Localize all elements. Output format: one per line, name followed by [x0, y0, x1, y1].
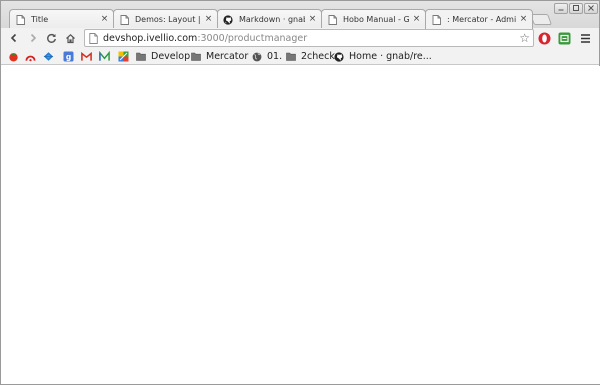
bookmark-label: Mercator	[206, 51, 249, 62]
tab-title[interactable]: Title ×	[9, 9, 114, 29]
tab-label: Markdown · gnab/remark	[239, 15, 305, 24]
green-extension-icon[interactable]	[557, 31, 571, 45]
maximize-button[interactable]	[569, 3, 583, 14]
close-window-button[interactable]	[584, 3, 598, 14]
tab-label: Title	[31, 15, 49, 24]
close-icon[interactable]: ×	[412, 15, 421, 24]
url-host: devshop.ivellio.com	[103, 32, 198, 44]
menu-hamburger-icon[interactable]	[578, 31, 592, 45]
colorful-app-icon[interactable]	[118, 51, 129, 62]
bookmark-label: 2check	[301, 51, 335, 62]
close-icon[interactable]: ×	[519, 15, 528, 24]
page-icon	[431, 14, 441, 25]
url-port: :3000	[197, 32, 225, 44]
diamond-icon[interactable]	[43, 51, 54, 62]
home-icon	[65, 33, 75, 43]
bookmark-label: 01.	[267, 51, 283, 62]
bookmark-label: Home · gnab/re...	[349, 51, 432, 62]
folder-icon	[136, 52, 146, 61]
reload-button[interactable]	[43, 30, 59, 46]
bookmark-label: Develop	[151, 51, 191, 62]
opera-extension-icon[interactable]	[537, 31, 551, 45]
forward-arrow-icon	[30, 33, 37, 43]
folder-icon	[191, 52, 201, 61]
gmail-icon[interactable]	[81, 51, 92, 62]
page-icon	[119, 14, 129, 25]
tab-hobo-manual[interactable]: Hobo Manual - Generators ×	[321, 9, 426, 29]
tab-label: : Mercator - Administration	[447, 15, 516, 24]
new-tab-button[interactable]	[529, 14, 553, 25]
github-icon	[334, 51, 344, 62]
bookmark-home-gnab[interactable]: Home · gnab/re...	[334, 50, 432, 63]
globe-icon	[252, 52, 262, 61]
tab-label: Demos: Layout | JavaScript	[135, 15, 201, 24]
page-icon	[15, 14, 25, 25]
home-button[interactable]	[62, 30, 78, 46]
tab-mercator-admin[interactable]: : Mercator - Administration ×	[425, 9, 533, 29]
m-logo-icon[interactable]	[99, 51, 110, 62]
bookmark-mercator[interactable]: Mercator	[191, 50, 248, 63]
close-icon[interactable]: ×	[100, 15, 109, 24]
tab-demos-layout[interactable]: Demos: Layout | JavaScript ×	[113, 9, 218, 29]
page-icon	[327, 14, 337, 25]
close-icon[interactable]: ×	[308, 15, 317, 24]
address-bar[interactable]: devshop.ivellio.com:3000/productmanager …	[84, 29, 534, 47]
browser-window: Title × Demos: Layout | JavaScript × Mar…	[0, 0, 600, 385]
toolbar: devshop.ivellio.com:3000/productmanager …	[1, 28, 599, 48]
folder-icon	[286, 52, 296, 61]
page-content	[2, 66, 600, 384]
bookmark-develop[interactable]: Develop	[136, 50, 190, 63]
tab-label: Hobo Manual - Generators	[343, 15, 409, 24]
forward-button[interactable]	[25, 30, 41, 46]
github-icon	[223, 14, 233, 25]
close-icon[interactable]: ×	[204, 15, 213, 24]
back-button[interactable]	[6, 30, 22, 46]
bookmark-star-icon[interactable]: ☆	[519, 31, 530, 45]
google-plus-icon[interactable]: g	[63, 51, 74, 62]
page-icon	[89, 32, 98, 44]
bookmark-2check[interactable]: 2check	[286, 50, 335, 63]
minimize-button[interactable]	[554, 3, 568, 14]
address-url: devshop.ivellio.com:3000/productmanager	[103, 33, 307, 44]
tab-strip: Title × Demos: Layout | JavaScript × Mar…	[1, 1, 599, 29]
bookmarks-bar: g Develop Mercator 01. 2check Home · gna…	[1, 48, 599, 65]
svg-text:g: g	[66, 52, 71, 61]
url-path: /productmanager	[224, 32, 308, 44]
tomato-icon[interactable]	[8, 51, 19, 62]
back-arrow-icon	[10, 33, 17, 43]
rss-arc-icon[interactable]	[25, 51, 36, 62]
bookmark-01[interactable]: 01.	[252, 50, 282, 63]
tab-markdown[interactable]: Markdown · gnab/remark ×	[217, 9, 322, 29]
reload-icon	[46, 33, 56, 43]
